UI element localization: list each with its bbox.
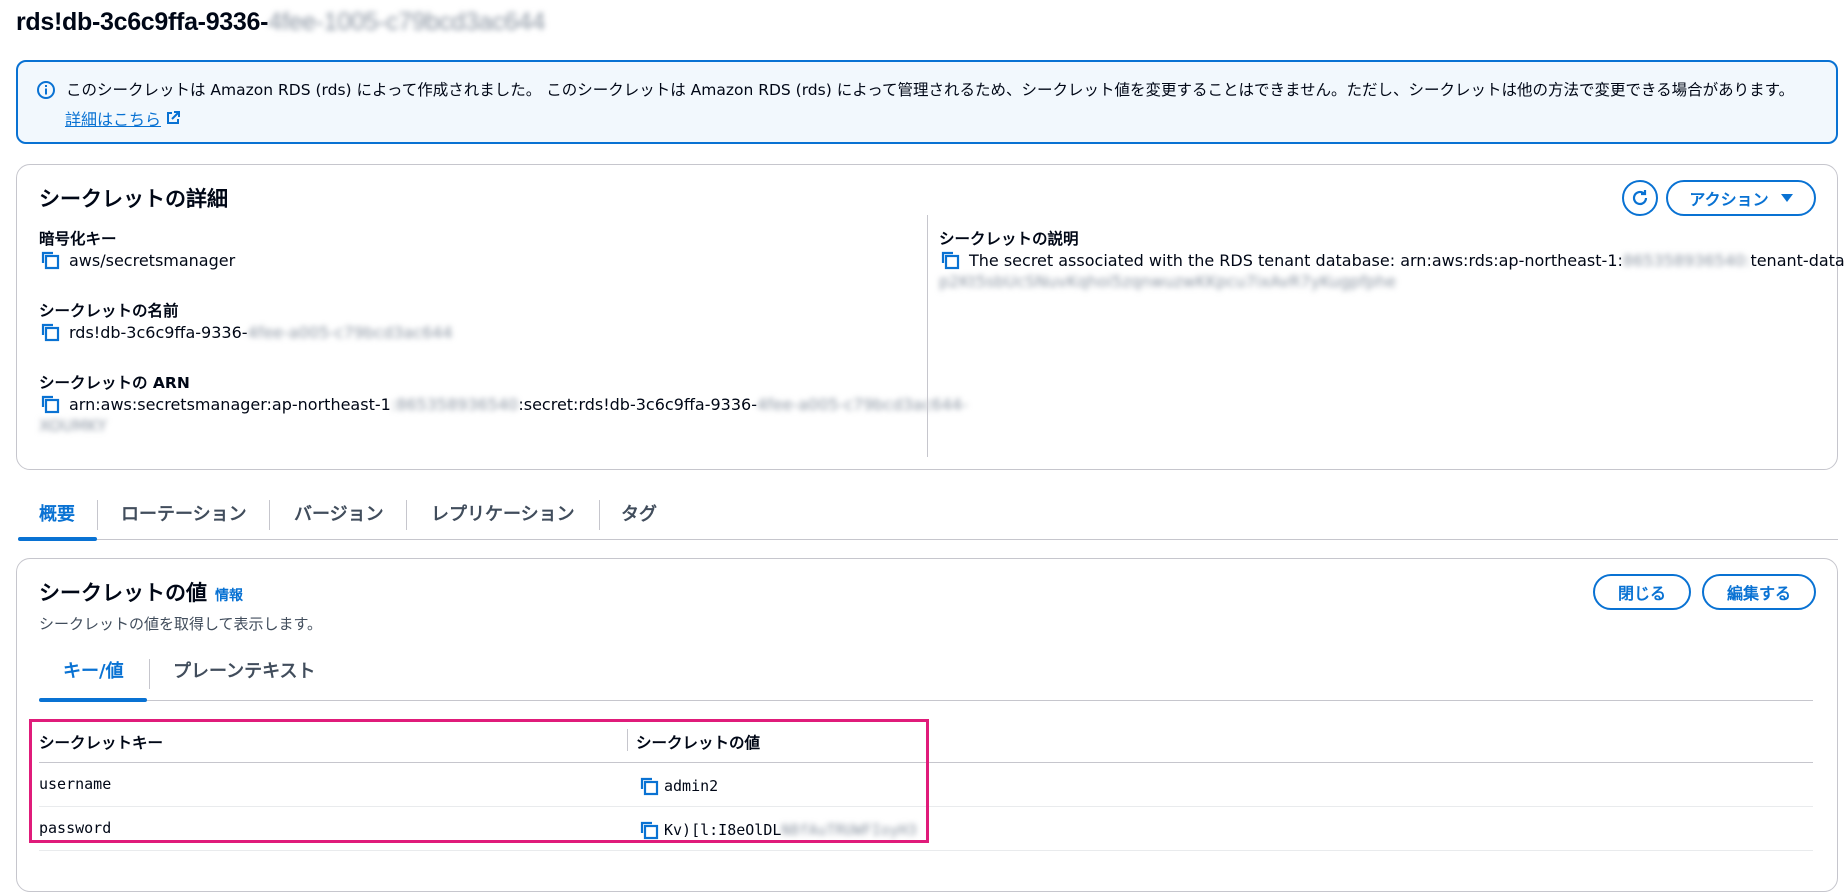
- learn-more-label[interactable]: 詳細はこちら: [65, 106, 161, 130]
- secret-value-heading: シークレットの値 情報: [39, 577, 243, 607]
- tab-key-value[interactable]: キー/値: [63, 657, 124, 683]
- info-link[interactable]: 情報: [215, 588, 243, 604]
- info-banner: このシークレットは Amazon RDS (rds) によって作成されました。 …: [16, 60, 1838, 144]
- active-tab-indicator: [18, 537, 97, 541]
- secret-name-value: rds!db-3c6c9ffa-9336- 4fee-a005-c79bcd3ac…: [39, 321, 453, 343]
- secret-arn-value-line2: XOUMKY: [39, 416, 107, 435]
- actions-label: アクション: [1689, 190, 1769, 209]
- active-inner-tab-indicator: [39, 698, 147, 702]
- tab-overview[interactable]: 概要: [39, 500, 75, 526]
- tab-tags[interactable]: タグ: [621, 500, 657, 526]
- secret-name-text: rds!db-3c6c9ffa-9336-: [69, 322, 248, 342]
- copy-icon[interactable]: [939, 249, 961, 271]
- banner-message: このシークレットは Amazon RDS (rds) によって作成されました。 …: [66, 81, 1795, 99]
- refresh-button[interactable]: [1622, 180, 1658, 216]
- secret-value-title: シークレットの値: [39, 581, 207, 605]
- encryption-key-text: aws/secretsmanager: [69, 250, 236, 270]
- secret-arn-text-a: arn:aws:secretsmanager:ap-northeast-1: [69, 394, 391, 414]
- tab-rotation[interactable]: ローテーション: [121, 500, 247, 526]
- tab-versions[interactable]: バージョン: [294, 500, 384, 526]
- tab-separator: [269, 500, 270, 530]
- copy-icon[interactable]: [39, 249, 61, 271]
- copy-icon[interactable]: [39, 393, 61, 415]
- secret-arn-redacted-c: XOUMKY: [39, 416, 107, 435]
- secret-value-tabs: キー/値 プレーンテキスト: [39, 647, 1813, 702]
- close-button[interactable]: 閉じる: [1593, 574, 1691, 610]
- edit-button[interactable]: 編集する: [1702, 574, 1816, 610]
- refresh-icon: [1632, 190, 1648, 206]
- secret-details-card: シークレットの詳細 アクション 暗号化キー aws/secretsmanager…: [16, 164, 1846, 470]
- page-title: rds!db-3c6c9ffa-9336-4fee-1005-c79bcd3ac…: [16, 8, 545, 37]
- secret-value-card: シークレットの値 情報 シークレットの値を取得して表示します。 閉じる 編集する …: [16, 558, 1838, 892]
- external-link-icon: [167, 111, 181, 124]
- secret-description-redacted-a: 865358936540:: [1622, 250, 1751, 270]
- secret-arn-text-b: :secret:rds!db-3c6c9ffa-9336-: [518, 394, 757, 414]
- secret-arn-redacted-a: :865358936540: [390, 394, 519, 414]
- secret-arn-redacted-b: 4fee-a005-c79bcd3ac644-: [756, 394, 968, 414]
- secret-arn-value: arn:aws:secretsmanager:ap-northeast-1:86…: [39, 393, 968, 415]
- secret-arn-label: シークレットの ARN: [39, 374, 190, 392]
- secret-description-text-b: tenant-database:tdb-: [1750, 250, 1846, 270]
- highlight-box: [29, 719, 929, 843]
- secret-details-title: シークレットの詳細: [39, 187, 228, 211]
- main-tabs: 概要 ローテーション バージョン レプリケーション タグ: [18, 490, 1838, 541]
- copy-icon[interactable]: [39, 321, 61, 343]
- secret-description-value: The secret associated with the RDS tenan…: [939, 249, 1846, 271]
- actions-dropdown-button[interactable]: アクション: [1666, 180, 1816, 216]
- secret-description-label: シークレットの説明: [939, 230, 1079, 248]
- page-title-text: rds!db-3c6c9ffa-9336-: [16, 8, 269, 36]
- learn-more-link[interactable]: 詳細はこちら: [65, 106, 181, 130]
- secret-name-label: シークレットの名前: [39, 302, 179, 320]
- secret-description-text-a: The secret associated with the RDS tenan…: [969, 250, 1623, 270]
- info-icon: [37, 81, 55, 99]
- page-title-redacted: 4fee-1005-c79bcd3ac644: [268, 8, 546, 36]
- secret-description-redacted-b: p2Kt5sbUcSNuvKqhoi5zqnwuzwKKpcu7ixAvR7yK…: [939, 272, 1396, 291]
- encryption-key-label: 暗号化キー: [39, 230, 117, 248]
- column-divider: [927, 215, 928, 457]
- secret-value-description: シークレットの値を取得して表示します。: [39, 615, 323, 633]
- tab-separator: [97, 500, 98, 530]
- tab-replication[interactable]: レプリケーション: [431, 500, 575, 526]
- secret-description-value-line2: p2Kt5sbUcSNuvKqhoi5zqnwuzwKKpcu7ixAvR7yK…: [939, 272, 1396, 291]
- tab-separator: [149, 659, 150, 689]
- caret-down-icon: [1780, 194, 1793, 202]
- secret-name-redacted: 4fee-a005-c79bcd3ac644: [247, 322, 453, 342]
- tab-separator: [406, 500, 407, 530]
- tab-plaintext[interactable]: プレーンテキスト: [173, 657, 316, 683]
- encryption-key-value: aws/secretsmanager: [39, 249, 235, 271]
- tab-separator: [599, 500, 600, 530]
